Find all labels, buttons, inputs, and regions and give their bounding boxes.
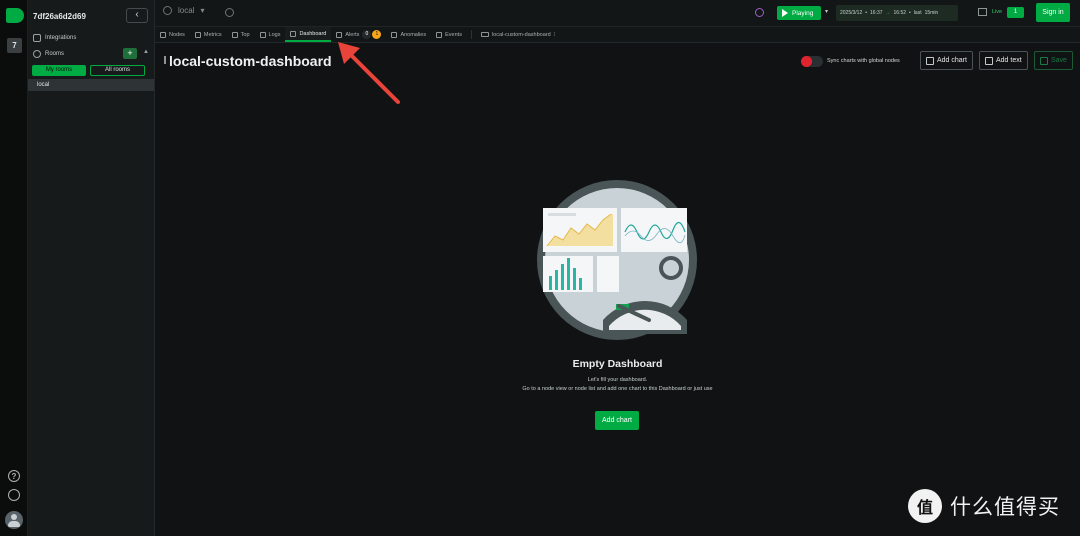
tab-my-rooms[interactable]: My rooms xyxy=(32,65,86,76)
page-title[interactable]: local-custom-dashboard xyxy=(169,53,332,69)
top-bar: local ▾ Playing ▾ 2025/3/12 • 16:37 → 16… xyxy=(155,0,1080,27)
tab-label: local-custom-dashboard xyxy=(491,31,551,38)
playing-button[interactable]: Playing xyxy=(777,6,821,20)
time-last-label: last xyxy=(913,10,922,16)
view-tabs: Nodes Metrics Top Logs Dashboard Alerts … xyxy=(155,27,1080,43)
tab-events[interactable]: Events xyxy=(431,27,467,42)
left-rail: 7 ? xyxy=(0,0,28,536)
sidebar: 7df26a6d2d69 ‹ Integrations Rooms + ▲ My… xyxy=(28,0,155,536)
time-separator: • xyxy=(909,10,911,16)
save-icon xyxy=(1040,56,1048,65)
chevron-up-icon[interactable]: ▲ xyxy=(143,49,149,55)
text-icon xyxy=(985,56,993,65)
tab-nodes[interactable]: Nodes xyxy=(155,27,190,42)
watermark: 值 什么值得买 xyxy=(908,489,1060,523)
time-separator: • xyxy=(865,10,868,16)
space-name: 7df26a6d2d69 xyxy=(33,12,86,21)
save-button[interactable]: Save xyxy=(1034,51,1073,70)
network-icon[interactable] xyxy=(755,8,764,17)
sign-in-button[interactable]: Sign in xyxy=(1036,3,1070,22)
tab-logs[interactable]: Logs xyxy=(255,27,286,42)
live-label: Live xyxy=(992,9,1003,15)
dashboard-file-icon xyxy=(480,32,489,37)
title-marker xyxy=(164,56,166,64)
layout-icon[interactable] xyxy=(978,8,987,16)
events-icon xyxy=(436,31,443,38)
top-icon xyxy=(231,31,238,38)
logs-icon xyxy=(259,31,266,38)
empty-state-title: Empty Dashboard xyxy=(572,358,663,370)
add-text-button[interactable]: Add text xyxy=(979,51,1028,70)
logo-icon[interactable] xyxy=(6,8,24,23)
chevron-down-icon: ▾ xyxy=(200,6,205,15)
dashboard-main: local-custom-dashboard Sync charts with … xyxy=(155,44,1080,536)
dashboard-icon xyxy=(290,30,297,37)
nodes-icon xyxy=(160,31,166,38)
time-date: 2025/3/12 xyxy=(840,10,863,16)
button-label: Add chart xyxy=(937,57,967,64)
sidebar-rooms-header[interactable]: Rooms xyxy=(33,50,64,58)
tab-dashboard[interactable]: Dashboard xyxy=(285,27,332,42)
time-start: 16:37 xyxy=(870,10,883,16)
add-room-button[interactable]: + xyxy=(123,48,137,59)
watermark-text: 什么值得买 xyxy=(950,496,1060,519)
room-icon xyxy=(163,6,172,15)
sync-charts-toggle[interactable] xyxy=(801,56,823,67)
collapse-sidebar-button[interactable]: ‹ xyxy=(126,8,148,23)
tab-divider xyxy=(470,30,472,39)
tab-metrics[interactable]: Metrics xyxy=(190,27,227,42)
help-icon[interactable]: ? xyxy=(8,470,20,482)
button-label: Add text xyxy=(996,57,1022,64)
metrics-icon xyxy=(194,31,201,38)
empty-state-text: Go to a node view or node list and add o… xyxy=(522,386,713,392)
time-range-picker[interactable]: 2025/3/12 • 16:37 → 16:52 • last 15min xyxy=(836,5,958,21)
user-avatar-icon[interactable] xyxy=(5,511,23,529)
room-name: local xyxy=(178,6,195,15)
add-chart-button[interactable]: Add chart xyxy=(920,51,973,70)
tab-label: Metrics xyxy=(203,31,222,38)
tab-label: Nodes xyxy=(169,31,185,38)
rooms-label: Rooms xyxy=(45,51,65,57)
drag-handle-icon[interactable]: ⁝ xyxy=(554,32,556,38)
sidebar-item-integrations[interactable]: Integrations xyxy=(33,34,76,42)
time-arrow: → xyxy=(885,10,891,16)
rooms-icon xyxy=(33,50,41,58)
time-range: 15min xyxy=(924,10,939,16)
live-count-badge[interactable]: 1 xyxy=(1007,7,1024,18)
app-root: 7 ? 7df26a6d2d69 ‹ Integrations Rooms + … xyxy=(0,0,1080,536)
sidebar-item-label: Integrations xyxy=(45,35,77,41)
play-icon xyxy=(782,9,788,17)
watermark-logo: 值 xyxy=(908,489,942,523)
time-end: 16:52 xyxy=(893,10,907,16)
playing-label: Playing xyxy=(792,9,814,17)
empty-add-chart-button[interactable]: Add chart xyxy=(595,411,639,430)
tab-label: Logs xyxy=(268,31,281,38)
empty-state-text: Let's fill your dashboard. xyxy=(587,377,648,383)
space-avatar[interactable]: 7 xyxy=(7,38,22,53)
sync-charts-label: Sync charts with global nodes xyxy=(827,58,900,64)
integrations-icon xyxy=(33,34,41,42)
tab-local-custom-dashboard[interactable]: local-custom-dashboard ⁝ xyxy=(476,27,560,42)
empty-dashboard-illustration xyxy=(537,180,697,340)
tab-all-rooms[interactable]: All rooms xyxy=(90,65,145,76)
chart-icon xyxy=(926,56,934,65)
tab-label: Dashboard xyxy=(299,30,327,37)
tab-label: Events xyxy=(445,31,462,38)
playing-options-caret[interactable]: ▾ xyxy=(825,8,828,15)
tab-top[interactable]: Top xyxy=(227,27,255,42)
button-label: Save xyxy=(1051,57,1067,64)
settings-icon[interactable] xyxy=(8,489,20,501)
room-item-local[interactable]: local xyxy=(28,79,154,91)
tab-label: Top xyxy=(240,31,250,38)
annotation-arrow xyxy=(338,42,400,104)
room-selector[interactable]: local ▾ xyxy=(163,6,204,15)
room-settings-icon[interactable] xyxy=(225,8,234,17)
